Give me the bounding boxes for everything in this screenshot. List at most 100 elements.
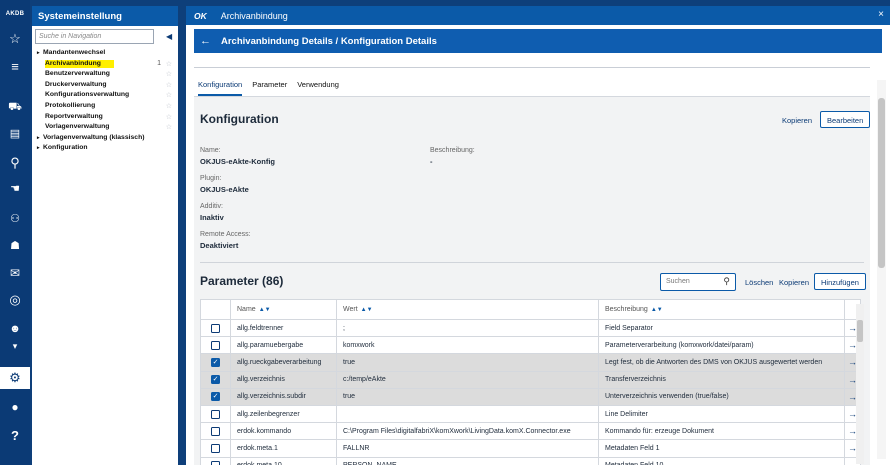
row-checkbox-cell (200, 422, 231, 441)
help-icon[interactable]: ? (0, 424, 30, 446)
main-window: OK Archivanbindung × ← Archivanbindung D… (186, 6, 890, 465)
cell-name: allg.verzeichnis (230, 370, 337, 389)
table-row[interactable]: allg.feldtrenner; Field Separator → (200, 318, 861, 338)
nav-search-input[interactable]: Suche in Navigation (35, 29, 154, 44)
nav-item-benutzerverwaltung[interactable]: Benutzerverwaltung ☆ (37, 70, 175, 81)
settings-icon[interactable]: ⚙ (0, 367, 30, 389)
parameters-table: Name ▲▼ Wert ▲▼ Beschreibung ▲▼ allg.feldtr… (200, 299, 861, 465)
tab-bar: Konfiguration Parameter Verwendung (198, 80, 349, 96)
nav-item-druckerverwaltung[interactable]: Druckerverwaltung ☆ (37, 81, 175, 92)
name-label: Name: (200, 147, 221, 154)
tab-verwendung[interactable]: Verwendung (297, 80, 339, 96)
tab-konfiguration[interactable]: Konfiguration (198, 80, 243, 96)
column-description[interactable]: Beschreibung ▲▼ (598, 299, 845, 320)
table-row[interactable]: erdok.meta.1 FALLNR Metadaten Feld 1 → (200, 439, 861, 458)
star-icon[interactable]: ☆ (166, 91, 172, 99)
edit-button[interactable]: Bearbeiten (820, 111, 870, 128)
star-icon[interactable]: ☆ (166, 70, 172, 78)
row-checkbox[interactable] (211, 409, 220, 419)
nav-item-vorlagenverwaltung-klassisch[interactable]: ▸ Vorlagenverwaltung (klassisch) (37, 134, 175, 145)
row-checkbox[interactable] (211, 426, 220, 436)
row-checkbox[interactable] (211, 323, 220, 333)
star-icon[interactable]: ☆ (166, 81, 172, 89)
description-value: - (430, 157, 433, 166)
nav-item-archivanbindung[interactable]: Archivanbindung 1 ☆ (37, 59, 175, 71)
tab-parameter[interactable]: Parameter (252, 80, 287, 96)
details-content: Konfiguration Parameter Verwendung Konfi… (194, 53, 870, 465)
table-row[interactable]: allg.paramuebergabe komxwork Parametervera… (200, 336, 861, 355)
scrollbar-thumb[interactable] (878, 98, 885, 268)
page-scrollbar[interactable] (877, 80, 886, 459)
column-value[interactable]: Wert ▲▼ (336, 299, 599, 320)
table-scrollbar[interactable] (856, 304, 864, 464)
cell-value: komxwork (336, 336, 599, 355)
handshake-icon[interactable]: ☚ (0, 177, 30, 199)
star-icon[interactable]: ☆ (166, 102, 172, 110)
search-icon[interactable]: ⚲ (723, 276, 730, 287)
mail-icon[interactable]: ✉ (0, 262, 30, 284)
active-label: Additiv: (200, 203, 223, 210)
list-icon[interactable]: ≡ (0, 55, 30, 77)
nav-item-konfigurationsverwaltung[interactable]: Konfigurationsverwaltung ☆ (37, 91, 175, 102)
row-checkbox-cell: ✓ (200, 370, 231, 389)
star-icon[interactable]: ☆ (0, 28, 30, 50)
table-row[interactable]: ✓ allg.rueckgabeverarbeitung true Legt fest… (200, 353, 861, 372)
page-title: Archivanbindung Details / Konfiguration … (221, 35, 437, 47)
target-icon[interactable]: ◎ (0, 289, 30, 311)
table-row[interactable]: ✓ allg.verzeichnis c:/temp/eAkte Transferve… (200, 370, 861, 389)
family-icon[interactable]: ☗ (0, 234, 30, 256)
parameter-search-input[interactable]: Suchen ⚲ (660, 273, 736, 291)
row-checkbox-cell: ✓ (200, 387, 231, 406)
row-checkbox-cell (200, 404, 231, 424)
copy-config-link[interactable]: Kopieren (782, 116, 812, 125)
table-row[interactable]: ✓ allg.verzeichnis.subdir true Unterverzeic… (200, 387, 861, 406)
row-checkbox[interactable]: ✓ (211, 375, 220, 385)
cell-value: c:/temp/eAkte (336, 370, 599, 389)
nav-item-mandantenwechsel[interactable]: ▸ Mandantenwechsel (37, 49, 175, 60)
row-checkbox[interactable] (211, 340, 220, 350)
star-icon[interactable]: ☆ (166, 113, 172, 121)
remote-access-value: Deaktiviert (200, 241, 239, 250)
user-icon[interactable]: ● (0, 396, 30, 418)
star-icon[interactable]: ☆ (166, 123, 172, 131)
star-icon[interactable]: ☆ (166, 60, 172, 68)
row-checkbox[interactable]: ✓ (211, 357, 220, 367)
collapse-nav-icon[interactable]: ◀ (166, 32, 172, 41)
row-checkbox[interactable] (211, 443, 220, 453)
remote-access-label: Remote Access: (200, 231, 251, 238)
table-row[interactable]: erdok.meta.10PERSON_NAMEMetadaten Feld 1… (200, 456, 861, 465)
location-icon[interactable]: ⚲ (0, 152, 30, 174)
cell-name: erdok.meta.10 (230, 456, 337, 465)
row-checkbox[interactable]: ✓ (211, 392, 220, 402)
copy-parameters-link[interactable]: Kopieren (779, 278, 809, 287)
close-icon[interactable]: × (878, 9, 884, 20)
car-icon[interactable]: ⛟ (0, 97, 30, 119)
back-arrow-icon[interactable]: ← (200, 35, 211, 47)
cell-name: allg.paramuebergabe (230, 336, 337, 355)
window-titlebar: OK Archivanbindung × (186, 6, 890, 25)
add-button[interactable]: Hinzufügen (814, 273, 866, 290)
cell-value: C:\Program Files\digitalfabriX\komXwork\… (336, 422, 599, 441)
name-value: OKJUS-eAkte-Konfig (200, 157, 276, 166)
chevron-down-icon[interactable]: ▾ (0, 335, 30, 357)
row-checkbox-cell (200, 318, 231, 338)
document-icon[interactable]: ▤ (0, 122, 30, 144)
row-checkbox-cell (200, 336, 231, 355)
nav-item-protokollierung[interactable]: Protokollierung ☆ (37, 102, 175, 113)
search-placeholder: Suchen (666, 278, 690, 285)
navigation-panel: Systemeinstellung Suche in Navigation ◀ … (32, 6, 178, 465)
nav-item-vorlagenverwaltung[interactable]: Vorlagenverwaltung ☆ (37, 123, 175, 134)
select-column (200, 299, 231, 320)
cell-value: true (336, 353, 599, 372)
cell-description: Legt fest, ob die Antworten des DMS von … (598, 353, 845, 372)
table-row[interactable]: erdok.kommando C:\Program Files\digitalfa… (200, 422, 861, 441)
nav-item-reportverwaltung[interactable]: Reportverwaltung ☆ (37, 113, 175, 124)
people-icon[interactable]: ⚇ (0, 207, 30, 229)
delete-link[interactable]: Löschen (745, 278, 773, 287)
table-row[interactable]: allg.zeilenbegrenzer Line Delimiter → (200, 404, 861, 424)
column-name[interactable]: Name ▲▼ (230, 299, 337, 320)
cell-value: PERSON_NAME (336, 456, 599, 465)
row-checkbox[interactable] (211, 461, 220, 465)
nav-item-konfiguration[interactable]: ▸ Konfiguration (37, 144, 175, 155)
sort-icon: ▲▼ (360, 307, 373, 313)
